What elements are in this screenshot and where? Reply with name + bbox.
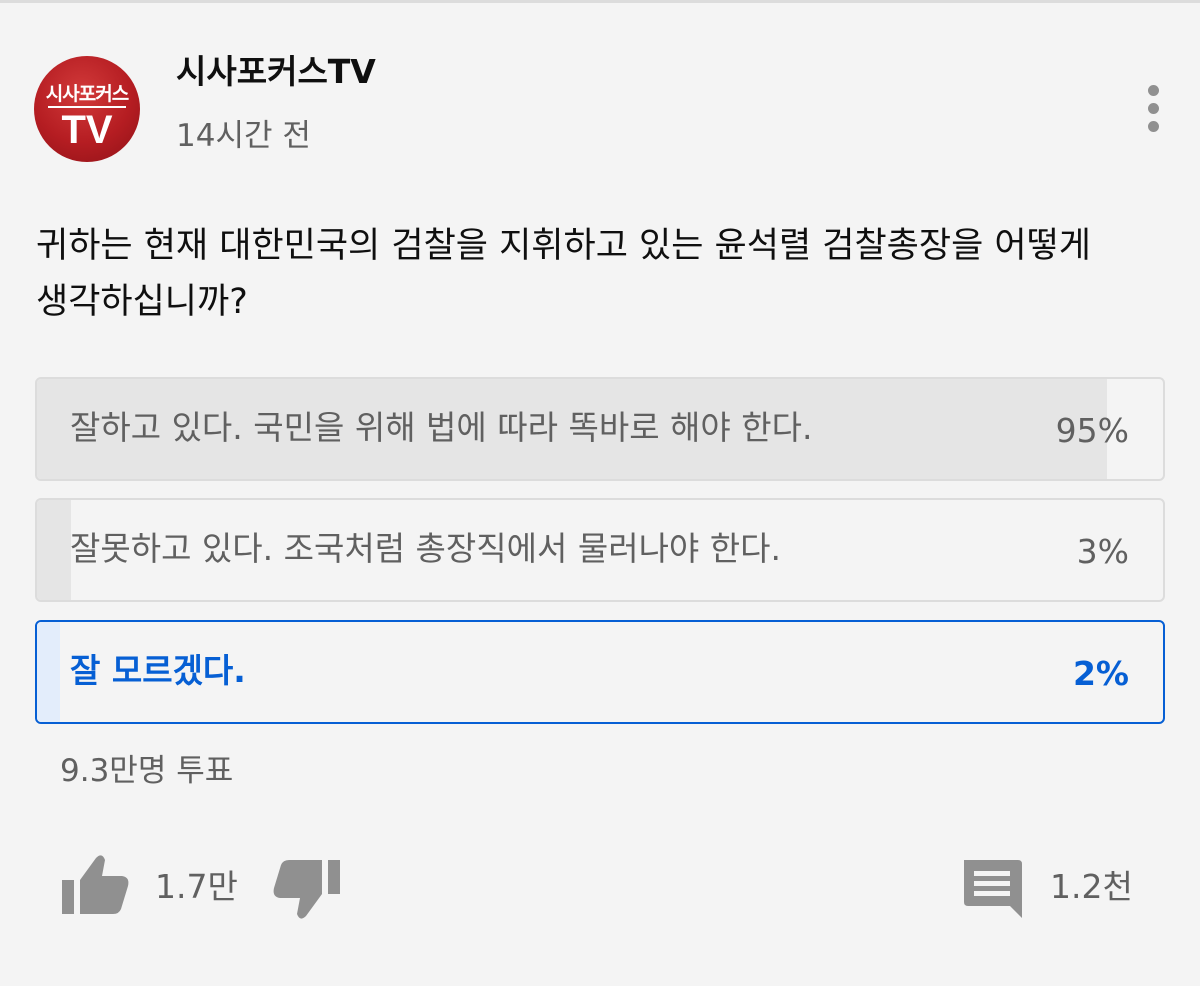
channel-avatar[interactable]: 시사포커스 TV xyxy=(34,56,140,162)
avatar-logo-tv: TV xyxy=(61,108,113,152)
poll-option-label: 잘 모르겠다. xyxy=(70,651,246,690)
poll-option[interactable]: 잘하고 있다. 국민을 위해 법에 따라 똑바로 해야 한다. 95% xyxy=(35,377,1165,481)
post-timestamp: 14시간 전 xyxy=(176,118,311,154)
dislike-button[interactable] xyxy=(270,856,344,922)
comment-icon xyxy=(964,860,1022,918)
comment-count: 1.2천 xyxy=(1050,867,1133,906)
poll-option-percent: 2% xyxy=(1072,654,1129,693)
poll-option[interactable]: 잘못하고 있다. 조국처럼 총장직에서 물러나야 한다. 3% xyxy=(35,498,1165,602)
poll-question: 귀하는 현재 대한민국의 검찰을 지휘하고 있는 윤석렬 검찰총장을 어떻게 생… xyxy=(36,226,1092,322)
poll-option-label: 잘못하고 있다. 조국처럼 총장직에서 물러나야 한다. xyxy=(70,529,781,568)
poll-option-result-bar xyxy=(37,500,71,600)
poll-option-selected[interactable]: 잘 모르겠다. 2% xyxy=(35,620,1165,724)
poll-option-percent: 3% xyxy=(1076,532,1129,571)
poll-option-label: 잘하고 있다. 국민을 위해 법에 따라 똑바로 해야 한다. xyxy=(70,408,813,447)
comments-button[interactable] xyxy=(958,856,1026,922)
poll-option-percent: 95% xyxy=(1055,411,1129,450)
thumbs-up-icon xyxy=(62,855,129,914)
top-divider xyxy=(0,0,1200,3)
more-options-button[interactable] xyxy=(1130,80,1178,136)
poll-option-result-bar xyxy=(37,622,60,722)
thumbs-down-icon xyxy=(273,860,340,919)
channel-name[interactable]: 시사포커스TV xyxy=(176,50,376,94)
like-count: 1.7만 xyxy=(155,867,238,906)
poll-vote-count: 9.3만명 투표 xyxy=(60,753,234,789)
like-button[interactable] xyxy=(58,852,132,918)
avatar-logo-text: 시사포커스 xyxy=(45,83,129,105)
